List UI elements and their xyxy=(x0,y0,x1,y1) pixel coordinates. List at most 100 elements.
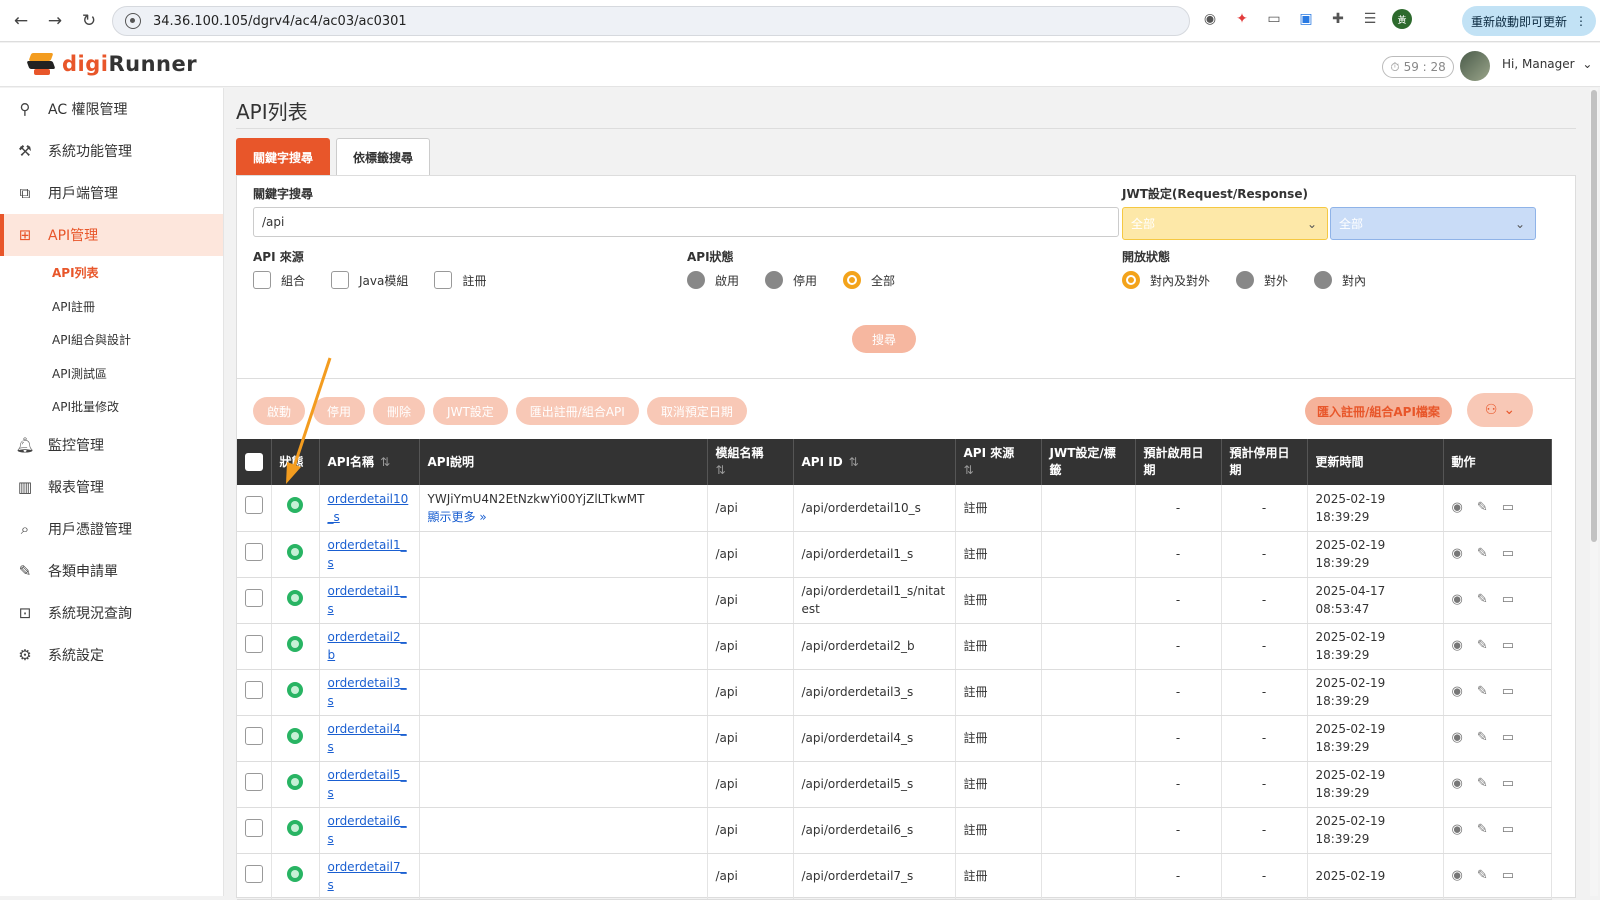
reload-icon[interactable]: ↻ xyxy=(72,4,106,38)
view-icon[interactable]: ◉ xyxy=(1452,591,1463,609)
api-name-link[interactable]: orderdetail3_s xyxy=(328,676,407,708)
api-name-link[interactable]: orderdetail6_s xyxy=(328,814,407,846)
api-name-link[interactable]: orderdetail1_s xyxy=(328,584,407,616)
source-register-checkbox[interactable] xyxy=(434,271,453,289)
sidebar-item-monitor[interactable]: 🔔︎ 監控管理 xyxy=(0,424,223,466)
view-icon[interactable]: ◉ xyxy=(1452,775,1463,793)
row-checkbox[interactable] xyxy=(245,496,263,515)
sidebar-item-api[interactable]: ⊞ API管理 xyxy=(0,214,223,256)
sort-icon[interactable]: ⇅ xyxy=(964,463,974,477)
edit-icon[interactable]: ✎ xyxy=(1477,821,1488,839)
jwt-settings-button[interactable]: JWT設定 xyxy=(433,397,508,425)
extension-red-icon[interactable]: ✦ xyxy=(1232,9,1252,29)
api-name-link[interactable]: orderdetail4_s xyxy=(328,722,407,754)
edit-icon[interactable]: ✎ xyxy=(1477,545,1488,563)
row-checkbox[interactable] xyxy=(245,634,263,653)
status-disabled-radio[interactable] xyxy=(765,271,784,289)
view-icon[interactable]: ◉ xyxy=(1452,821,1463,839)
row-checkbox[interactable] xyxy=(245,772,263,791)
row-checkbox[interactable] xyxy=(245,680,263,699)
api-name-link[interactable]: orderdetail2_b xyxy=(328,630,407,662)
sidebar-item-client[interactable]: ⧉ 用戶端管理 xyxy=(0,172,223,214)
card-icon[interactable]: ▭ xyxy=(1502,867,1514,885)
row-checkbox[interactable] xyxy=(245,818,263,837)
row-checkbox[interactable] xyxy=(245,726,263,745)
card-icon[interactable]: ▭ xyxy=(1502,821,1514,839)
api-name-link[interactable]: orderdetail10_s xyxy=(328,492,409,524)
row-checkbox[interactable] xyxy=(245,542,263,561)
disable-button[interactable]: 停用 xyxy=(313,397,366,425)
edit-icon[interactable]: ✎ xyxy=(1477,499,1488,517)
sidebar-item-status[interactable]: ⊡ 系統現況查詢 xyxy=(0,592,223,634)
row-checkbox[interactable] xyxy=(245,588,263,607)
tab-tag-search[interactable]: 依標籤搜尋 xyxy=(336,138,431,176)
sidebar-item-application[interactable]: ✎ 各類申請單 xyxy=(0,550,223,592)
cancel-schedule-button[interactable]: 取消預定日期 xyxy=(646,397,747,425)
card-icon[interactable]: ▭ xyxy=(1502,637,1514,655)
sidebar-item-system-function[interactable]: ⚒ 系統功能管理 xyxy=(0,130,223,172)
card-icon[interactable]: ▭ xyxy=(1502,729,1514,747)
sidebar-item-ac[interactable]: ⚲ AC 權限管理 xyxy=(0,88,223,130)
session-timer[interactable]: ⏱ 59 : 28 xyxy=(1382,56,1454,78)
edit-icon[interactable]: ✎ xyxy=(1477,729,1488,747)
card-icon[interactable]: ▭ xyxy=(1502,775,1514,793)
media-icon[interactable]: ☰ xyxy=(1360,9,1380,29)
user-menu[interactable]: Hi, Manager ⌄ xyxy=(1502,57,1592,71)
extension-blue-icon[interactable]: ▣ xyxy=(1296,9,1316,29)
open-external-radio[interactable] xyxy=(1236,271,1255,289)
import-api-button[interactable]: 匯入註冊/組合API檔案 xyxy=(1305,397,1452,425)
avatar[interactable] xyxy=(1460,51,1490,81)
jwt-request-select[interactable]: 全部 ⌄ xyxy=(1122,207,1328,240)
source-combo-checkbox[interactable] xyxy=(253,271,271,289)
sort-icon[interactable]: ⇅ xyxy=(849,455,859,469)
edit-icon[interactable]: ✎ xyxy=(1477,591,1488,609)
view-icon[interactable]: ◉ xyxy=(1452,545,1463,563)
submenu-api-register[interactable]: API註冊 xyxy=(0,290,223,324)
column-settings-button[interactable]: ⚇ ⌄ xyxy=(1467,393,1533,427)
sidebar-item-credential[interactable]: ⌕ 用戶憑證管理 xyxy=(0,508,223,550)
update-button[interactable]: 重新啟動即可更新 ⋮ xyxy=(1462,6,1596,36)
delete-button[interactable]: 刪除 xyxy=(373,397,426,425)
sort-icon[interactable]: ⇅ xyxy=(716,463,726,477)
profile-icon[interactable]: 黃 xyxy=(1392,9,1412,29)
jwt-response-select[interactable]: 全部 ⌄ xyxy=(1330,207,1536,240)
enable-button[interactable]: 啟動 xyxy=(253,397,306,425)
sort-icon[interactable]: ⇅ xyxy=(380,455,390,469)
edit-icon[interactable]: ✎ xyxy=(1477,867,1488,885)
open-both-radio[interactable] xyxy=(1122,271,1140,289)
card-icon[interactable]: ▭ xyxy=(1502,545,1514,563)
card-icon[interactable]: ▭ xyxy=(1502,591,1514,609)
sidebar-item-report[interactable]: ▥ 報表管理 xyxy=(0,466,223,508)
row-checkbox[interactable] xyxy=(245,864,263,883)
view-icon[interactable]: ◉ xyxy=(1452,683,1463,701)
back-icon[interactable]: ← xyxy=(4,4,38,38)
logo[interactable]: digiRunner xyxy=(26,51,197,77)
api-name-link[interactable]: orderdetail7_s xyxy=(328,860,407,892)
view-icon[interactable]: ◉ xyxy=(1452,499,1463,517)
search-button[interactable]: 搜尋 xyxy=(852,325,916,353)
cast-icon[interactable]: ▭ xyxy=(1264,9,1284,29)
keyword-input[interactable] xyxy=(253,207,1119,237)
show-more-link[interactable]: 顯示更多 » xyxy=(428,508,699,526)
page-scrollbar[interactable] xyxy=(1590,88,1598,896)
card-icon[interactable]: ▭ xyxy=(1502,683,1514,701)
export-api-button[interactable]: 匯出註冊/組合API xyxy=(515,397,639,425)
api-name-link[interactable]: orderdetail1_s xyxy=(328,538,407,570)
submenu-api-batch[interactable]: API批量修改 xyxy=(0,390,223,424)
tab-keyword-search[interactable]: 關鍵字搜尋 xyxy=(236,138,331,176)
submenu-api-list[interactable]: API列表 xyxy=(0,256,223,290)
source-java-checkbox[interactable] xyxy=(331,271,350,289)
sidebar-item-settings[interactable]: ⚙ 系統設定 xyxy=(0,634,223,676)
view-icon[interactable]: ◉ xyxy=(1452,637,1463,655)
header-api-name[interactable]: API名稱 ⇅ xyxy=(319,439,420,485)
site-info-icon[interactable] xyxy=(125,13,141,29)
edit-icon[interactable]: ✎ xyxy=(1477,775,1488,793)
view-icon[interactable]: ◉ xyxy=(1452,729,1463,747)
api-name-link[interactable]: orderdetail5_s xyxy=(328,768,407,800)
submenu-api-test[interactable]: API測試區 xyxy=(0,357,223,391)
view-icon[interactable]: ◉ xyxy=(1452,867,1463,885)
status-all-radio[interactable] xyxy=(843,271,862,289)
card-icon[interactable]: ▭ xyxy=(1502,499,1514,517)
header-select-all[interactable] xyxy=(237,439,272,485)
header-module[interactable]: 模組名稱 ⇅ xyxy=(707,439,794,485)
